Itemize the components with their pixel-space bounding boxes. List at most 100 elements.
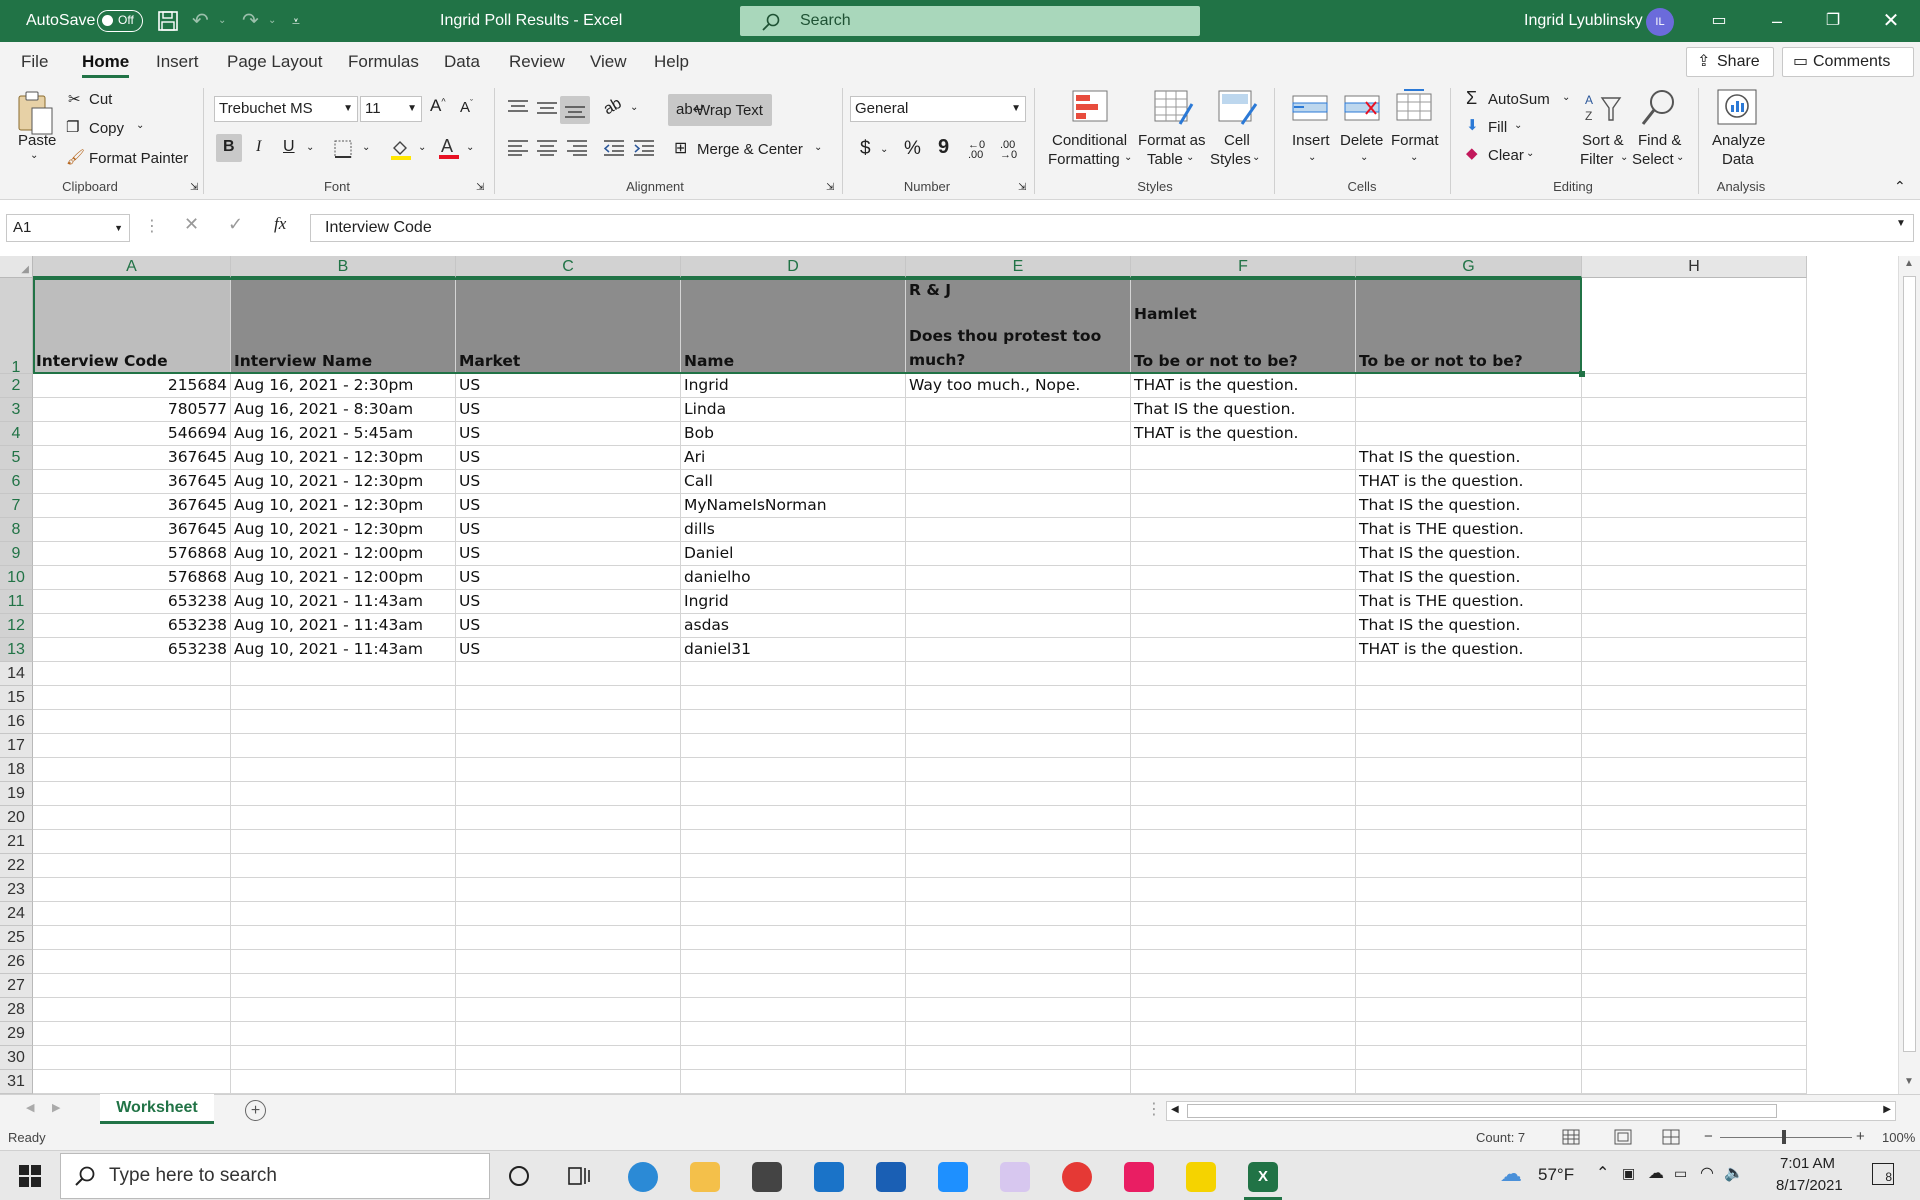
cell-b29[interactable] [231, 1022, 456, 1046]
delete-cells-icon[interactable] [1344, 92, 1382, 126]
cell-f19[interactable] [1131, 782, 1356, 806]
row-header-15[interactable]: 15 [0, 686, 33, 710]
cell-a20[interactable] [33, 806, 231, 830]
mail-icon[interactable] [814, 1162, 844, 1192]
paint-icon[interactable] [1000, 1162, 1030, 1192]
cell-styles-icon[interactable] [1218, 90, 1258, 126]
cell-styles-label-2[interactable]: Styles [1210, 151, 1251, 168]
ribbon-display-icon[interactable]: ▭ [1696, 0, 1742, 42]
cell-a8[interactable]: 367645 [33, 518, 231, 542]
meet-now-icon[interactable]: ▣ [1622, 1165, 1635, 1182]
cut-icon[interactable]: ✂ [68, 90, 81, 108]
cell-a6[interactable]: 367645 [33, 470, 231, 494]
paste-label[interactable]: Paste [18, 132, 56, 149]
align-top-icon[interactable] [508, 100, 528, 114]
cell-g28[interactable] [1356, 998, 1582, 1022]
cell-a5[interactable]: 367645 [33, 446, 231, 470]
row-header-28[interactable]: 28 [0, 998, 33, 1022]
cell-b10[interactable]: Aug 10, 2021 - 12:00pm [231, 566, 456, 590]
cell-f21[interactable] [1131, 830, 1356, 854]
cell-d21[interactable] [681, 830, 906, 854]
cell-d1[interactable]: Name [681, 278, 906, 374]
align-center-icon[interactable] [537, 140, 557, 156]
cell-b24[interactable] [231, 902, 456, 926]
clear-button[interactable]: Clear [1488, 147, 1524, 164]
cell-g19[interactable] [1356, 782, 1582, 806]
redo-dropdown-icon[interactable]: ⌄ [268, 0, 276, 42]
merge-dropdown-icon[interactable]: ⌄ [814, 142, 822, 153]
cell-h8[interactable] [1582, 518, 1807, 542]
cell-e8[interactable] [906, 518, 1131, 542]
cell-g20[interactable] [1356, 806, 1582, 830]
fill-color-dropdown-icon[interactable]: ⌄ [418, 142, 426, 153]
cell-b17[interactable] [231, 734, 456, 758]
row-header-18[interactable]: 18 [0, 758, 33, 782]
comments-button[interactable]: ▭ Comments [1782, 47, 1914, 77]
cell-e24[interactable] [906, 902, 1131, 926]
cell-c2[interactable]: US [456, 374, 681, 398]
fill-color-icon[interactable] [390, 138, 412, 160]
cell-f24[interactable] [1131, 902, 1356, 926]
cell-h10[interactable] [1582, 566, 1807, 590]
decrease-indent-icon[interactable] [604, 140, 624, 156]
cell-g4[interactable] [1356, 422, 1582, 446]
cell-c7[interactable]: US [456, 494, 681, 518]
cell-h31[interactable] [1582, 1070, 1807, 1094]
cell-f11[interactable] [1131, 590, 1356, 614]
find-select-icon[interactable] [1640, 88, 1678, 128]
decrease-decimal-button[interactable]: .00 →0 [1000, 140, 1030, 161]
cell-e29[interactable] [906, 1022, 1131, 1046]
row-header-21[interactable]: 21 [0, 830, 33, 854]
cell-e26[interactable] [906, 950, 1131, 974]
fill-handle[interactable] [1579, 371, 1585, 377]
cell-f2[interactable]: THAT is the question. [1131, 374, 1356, 398]
cell-e20[interactable] [906, 806, 1131, 830]
format-painter-button[interactable]: Format Painter [89, 150, 188, 167]
scroll-down-icon[interactable]: ▼ [1904, 1076, 1914, 1087]
column-header-c[interactable]: C [456, 256, 681, 278]
cell-a17[interactable] [33, 734, 231, 758]
redo-icon[interactable]: ↷ [242, 0, 259, 42]
format-as-table-label-2[interactable]: Table [1147, 151, 1183, 168]
cell-h4[interactable] [1582, 422, 1807, 446]
cell-f29[interactable] [1131, 1022, 1356, 1046]
name-box[interactable]: A1 ▼ [6, 214, 130, 242]
cell-d3[interactable]: Linda [681, 398, 906, 422]
paste-dropdown-icon[interactable]: ⌄ [30, 150, 38, 161]
cell-b7[interactable]: Aug 10, 2021 - 12:30pm [231, 494, 456, 518]
cell-h21[interactable] [1582, 830, 1807, 854]
cell-b9[interactable]: Aug 10, 2021 - 12:00pm [231, 542, 456, 566]
currency-dropdown-icon[interactable]: ⌄ [880, 144, 888, 155]
cell-a22[interactable] [33, 854, 231, 878]
cell-b6[interactable]: Aug 10, 2021 - 12:30pm [231, 470, 456, 494]
column-header-e[interactable]: E [906, 256, 1131, 278]
cell-b19[interactable] [231, 782, 456, 806]
slack-icon[interactable] [1124, 1162, 1154, 1192]
format-table-dropdown-icon[interactable]: ⌄ [1186, 152, 1194, 163]
copy-dropdown-icon[interactable]: ⌄ [136, 120, 144, 131]
cell-g7[interactable]: That IS the question. [1356, 494, 1582, 518]
cell-h12[interactable] [1582, 614, 1807, 638]
cell-e30[interactable] [906, 1046, 1131, 1070]
merge-center-icon[interactable]: ⊞ [674, 138, 687, 158]
cell-d19[interactable] [681, 782, 906, 806]
cell-a23[interactable] [33, 878, 231, 902]
app-icon-circle[interactable] [938, 1162, 968, 1192]
cell-c5[interactable]: US [456, 446, 681, 470]
cell-h30[interactable] [1582, 1046, 1807, 1070]
cell-e16[interactable] [906, 710, 1131, 734]
cell-b25[interactable] [231, 926, 456, 950]
cell-b18[interactable] [231, 758, 456, 782]
cell-g31[interactable] [1356, 1070, 1582, 1094]
row-header-22[interactable]: 22 [0, 854, 33, 878]
cell-b3[interactable]: Aug 16, 2021 - 8:30am [231, 398, 456, 422]
undo-icon[interactable]: ↶ [192, 0, 209, 42]
column-header-g[interactable]: G [1356, 256, 1582, 278]
cell-e11[interactable] [906, 590, 1131, 614]
row-header-11[interactable]: 11 [0, 590, 33, 614]
cell-a2[interactable]: 215684 [33, 374, 231, 398]
file-explorer-icon[interactable] [690, 1162, 720, 1192]
cell-a21[interactable] [33, 830, 231, 854]
cell-e12[interactable] [906, 614, 1131, 638]
cell-g23[interactable] [1356, 878, 1582, 902]
